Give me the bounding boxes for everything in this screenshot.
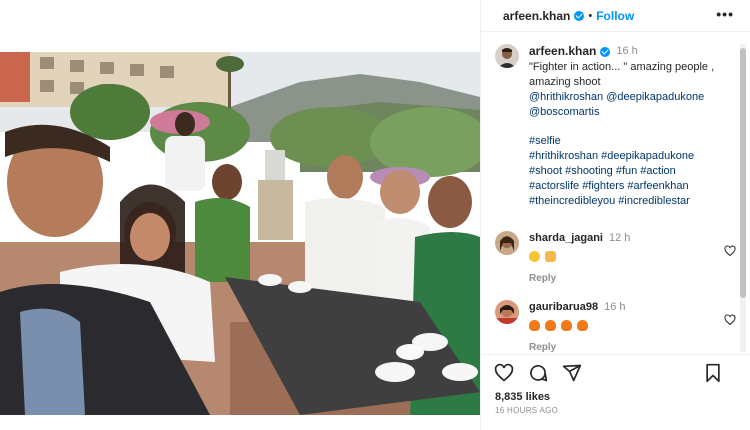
hashtag-line[interactable]: #actorslife #fighters #arfeenkhan — [529, 179, 729, 194]
action-icons — [481, 355, 750, 391]
comment-icon[interactable] — [528, 363, 548, 383]
more-options-icon[interactable]: ••• — [716, 6, 734, 22]
comment-body: sharda_jagani 12 h Reply — [529, 231, 630, 286]
comment-item: sharda_jagani 12 h Reply — [481, 231, 738, 286]
comment-body: gauribarua98 16 h Reply — [529, 300, 626, 353]
post-header: arfeen.khan • Follow ••• — [481, 0, 750, 32]
comments-scrollbar[interactable] — [740, 44, 746, 352]
comment-like-icon[interactable] — [724, 314, 736, 326]
post-date: 16 HOURS AGO — [495, 406, 559, 415]
comment-username[interactable]: sharda_jagani — [529, 231, 603, 246]
author-avatar[interactable] — [495, 44, 519, 68]
fire-emoji-icon — [545, 319, 557, 331]
hashtag-line[interactable]: #selfie — [529, 134, 729, 149]
post-photo[interactable] — [0, 52, 480, 415]
comment-head: sharda_jagani 12 h — [529, 231, 630, 246]
post-actions: 8,835 likes 16 HOURS AGO — [481, 354, 750, 430]
comment-emojis — [529, 249, 630, 264]
verified-badge-icon — [574, 10, 585, 21]
follow-button[interactable]: Follow — [596, 9, 634, 23]
raised-hands-emoji-icon — [545, 250, 557, 262]
comments-section[interactable]: arfeen.khan 16 h "Fighter in action... "… — [481, 38, 738, 353]
caption-mentions-2: @boscomartis — [529, 105, 729, 120]
commenter-avatar[interactable] — [495, 231, 519, 255]
hashtag-line[interactable]: #shoot #shooting #fun #action — [529, 164, 729, 179]
fire-emoji-icon — [529, 319, 540, 331]
comment-emojis — [529, 318, 626, 333]
caption-time: 16 h — [616, 45, 638, 57]
hashtag-line[interactable]: #theincredibleyou #incrediblestar — [529, 194, 729, 209]
comment-time: 16 h — [604, 301, 626, 313]
caption-username[interactable]: arfeen.khan — [529, 44, 596, 59]
likes-count[interactable]: 8,835 likes — [481, 391, 750, 403]
comment-item: gauribarua98 16 h Reply — [481, 300, 738, 353]
header-separator: • — [588, 9, 593, 22]
bookmark-icon[interactable] — [704, 363, 722, 383]
heart-icon[interactable] — [494, 363, 514, 383]
verified-badge-icon — [600, 46, 611, 57]
author-username[interactable]: arfeen.khan — [503, 9, 570, 23]
mention-link[interactable]: @boscomartis — [529, 106, 599, 118]
caption-mentions: @hrithikroshan @deepikapadukone — [529, 90, 729, 105]
comment-time: 12 h — [608, 232, 631, 244]
share-icon[interactable] — [562, 363, 582, 383]
instagram-post: arfeen.khan • Follow ••• arfeen.khan 16 … — [0, 0, 750, 430]
commenter-avatar[interactable] — [495, 300, 519, 324]
comment-head: gauribarua98 16 h — [529, 300, 626, 315]
comment-username[interactable]: gauribarua98 — [529, 300, 598, 315]
mention-link[interactable]: @hrithikroshan — [529, 91, 603, 103]
caption-head: arfeen.khan 16 h — [529, 44, 729, 59]
mention-link[interactable]: @deepikapadukone — [606, 91, 704, 103]
heart-eyes-emoji-icon — [529, 250, 540, 262]
hashtag-line[interactable]: #hrithikroshan #deepikapadukone — [529, 149, 729, 164]
caption-body: arfeen.khan 16 h "Fighter in action... "… — [529, 44, 729, 209]
hashtag-block: #selfie #hrithikroshan #deepikapadukone … — [529, 134, 729, 209]
comment-like-icon[interactable] — [724, 245, 736, 257]
scrollbar-thumb[interactable] — [740, 48, 746, 298]
post-caption: arfeen.khan 16 h "Fighter in action... "… — [481, 38, 738, 209]
fire-emoji-icon — [561, 319, 573, 331]
group-selfie-image — [0, 52, 480, 415]
post-media — [0, 0, 480, 430]
caption-text: "Fighter in action... " amazing people ,… — [529, 61, 715, 88]
reply-button[interactable]: Reply — [529, 340, 626, 353]
fire-emoji-icon — [577, 319, 589, 331]
reply-button[interactable]: Reply — [529, 271, 630, 286]
post-side-panel: arfeen.khan • Follow ••• arfeen.khan 16 … — [480, 0, 750, 430]
